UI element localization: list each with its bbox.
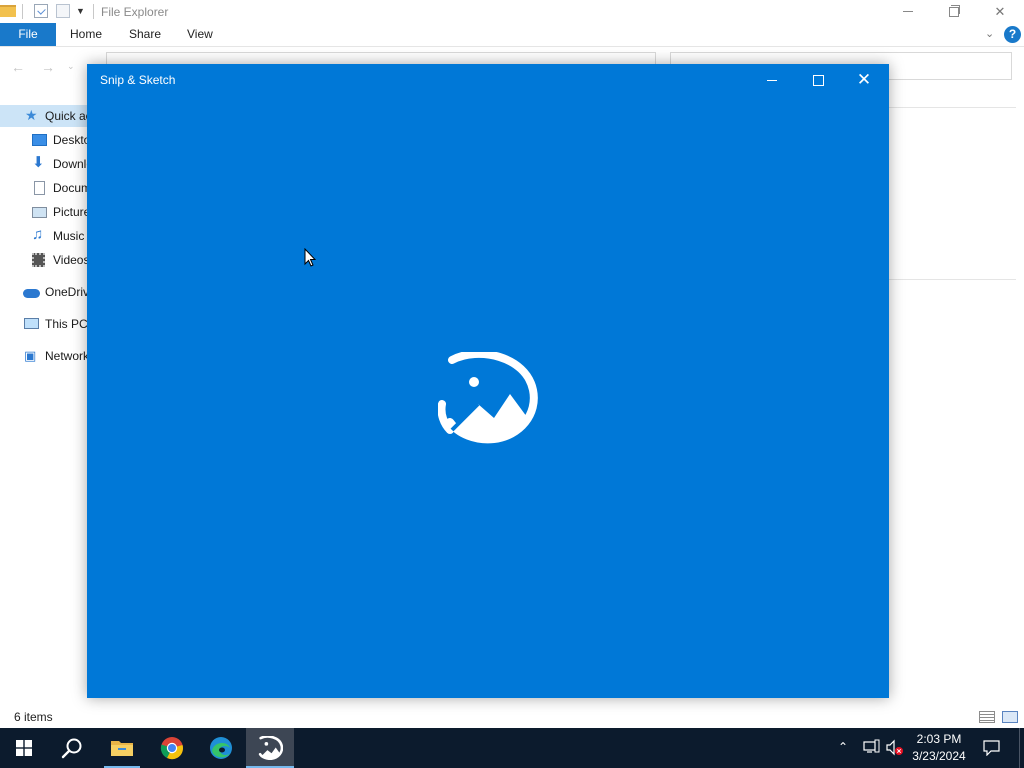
sidebar-item-label: Music	[53, 229, 85, 243]
ribbon-tabs: File Home Share View ⌄ ?	[0, 23, 1024, 47]
sidebar-item-this-pc[interactable]: This PC	[0, 313, 88, 335]
sidebar-item-label: Quick access	[45, 109, 88, 123]
sidebar-item-downloads[interactable]: ⬇ Downloads	[0, 153, 88, 175]
sidebar-item-label: Videos	[53, 253, 88, 267]
new-folder-icon[interactable]	[56, 4, 70, 18]
sidebar-item-quick-access[interactable]: ★ Quick access	[0, 105, 88, 127]
close-icon: ✕	[994, 3, 1006, 19]
item-count: 6 items	[14, 710, 53, 724]
taskbar-search-button[interactable]	[48, 728, 96, 768]
sidebar-item-label: Network	[45, 349, 88, 363]
restore-button[interactable]	[931, 0, 977, 23]
taskbar-snip-sketch[interactable]	[246, 728, 294, 768]
system-clock[interactable]: 2:03 PM 3/23/2024	[904, 731, 974, 765]
taskbar-file-explorer[interactable]	[98, 728, 146, 768]
close-icon: ✕	[856, 70, 872, 89]
clock-time: 2:03 PM	[916, 732, 962, 746]
folder-icon	[0, 5, 16, 17]
network-status-icon[interactable]	[863, 739, 880, 756]
chrome-icon	[160, 737, 183, 760]
minimize-button[interactable]	[885, 0, 931, 23]
sidebar-item-pictures[interactable]: Pictures	[0, 201, 88, 223]
show-hidden-icons-chevron-icon[interactable]: ⌃	[838, 740, 848, 754]
sidebar-item-label: Documents	[53, 181, 88, 195]
sidebar-item-label: Desktop	[53, 133, 88, 147]
recent-locations-icon[interactable]: ⌄	[67, 61, 75, 72]
document-icon	[34, 181, 45, 195]
show-desktop-button[interactable]	[1019, 728, 1024, 768]
folder-icon	[111, 741, 133, 756]
help-icon[interactable]: ?	[1004, 26, 1021, 43]
sidebar-item-label: Pictures	[53, 205, 88, 219]
monitor-icon	[24, 318, 39, 329]
tab-share[interactable]: Share	[129, 23, 161, 46]
tab-file[interactable]: File	[0, 23, 56, 46]
sidebar-item-desktop[interactable]: Desktop	[0, 129, 88, 151]
maximize-icon	[812, 74, 824, 86]
mouse-pointer-icon	[304, 248, 316, 267]
sidebar-item-onedrive[interactable]: OneDrive	[0, 281, 88, 303]
edge-icon	[210, 737, 232, 759]
minimize-icon	[767, 79, 777, 81]
divider	[888, 107, 1016, 108]
taskbar-chrome[interactable]	[148, 728, 196, 768]
restore-icon	[949, 4, 960, 17]
sidebar-item-documents[interactable]: Documents	[0, 177, 88, 199]
sidebar-item-label: OneDrive	[45, 285, 88, 299]
details-view-icon[interactable]	[979, 711, 995, 723]
chevron-down-icon[interactable]: ⌄	[985, 27, 994, 40]
start-button[interactable]	[0, 728, 48, 768]
window-title: File Explorer	[101, 5, 169, 19]
divider	[888, 279, 1016, 280]
desktop-icon	[32, 134, 47, 146]
minimize-icon	[903, 11, 913, 12]
sidebar-item-music[interactable]: ♫ Music	[0, 225, 88, 247]
forward-arrow-icon[interactable]: →	[41, 59, 55, 75]
sidebar-item-label: This PC	[45, 317, 88, 331]
music-note-icon: ♫	[32, 226, 44, 243]
large-icons-view-icon[interactable]	[1002, 711, 1018, 723]
star-icon: ★	[25, 107, 38, 123]
back-arrow-icon[interactable]: ←	[11, 59, 25, 75]
windows-logo-icon	[16, 740, 32, 756]
close-button[interactable]: ✕	[841, 64, 887, 96]
snip-sketch-icon	[258, 736, 283, 760]
sidebar-item-label: Downloads	[53, 157, 88, 171]
volume-muted-icon[interactable]	[886, 739, 904, 756]
explorer-title-bar: ▼ File Explorer ✕	[0, 0, 1024, 23]
close-button[interactable]: ✕	[977, 0, 1023, 23]
properties-icon[interactable]	[34, 4, 48, 18]
clock-date: 3/23/2024	[912, 749, 966, 763]
snip-sketch-logo-icon	[438, 352, 538, 444]
action-center-button[interactable]	[979, 728, 1004, 768]
notification-icon	[983, 740, 1000, 756]
status-bar: 6 items	[0, 706, 1024, 728]
tab-view[interactable]: View	[187, 23, 213, 46]
network-icon: ▣	[24, 348, 37, 363]
tab-home[interactable]: Home	[70, 23, 102, 46]
navigation-pane: ★ Quick access Desktop ⬇ Downloads Docum…	[0, 104, 90, 394]
film-icon	[32, 253, 45, 267]
toolbar-divider	[93, 4, 94, 19]
sidebar-item-videos[interactable]: Videos	[0, 249, 88, 271]
cloud-icon	[23, 289, 40, 298]
toolbar-divider	[22, 4, 23, 19]
search-icon	[61, 738, 82, 759]
taskbar: ⌃ 2:03 PM 3/23/2024	[0, 728, 1024, 768]
customize-toolbar-dropdown-icon[interactable]: ▼	[76, 6, 90, 20]
taskbar-edge[interactable]	[197, 728, 245, 768]
picture-icon	[32, 207, 47, 218]
snip-sketch-window: Snip & Sketch ✕	[87, 64, 889, 698]
minimize-button[interactable]	[749, 64, 795, 96]
sidebar-item-network[interactable]: ▣ Network	[0, 345, 88, 367]
download-arrow-icon: ⬇	[32, 154, 45, 171]
window-title: Snip & Sketch	[100, 73, 176, 87]
maximize-button[interactable]	[795, 64, 841, 96]
